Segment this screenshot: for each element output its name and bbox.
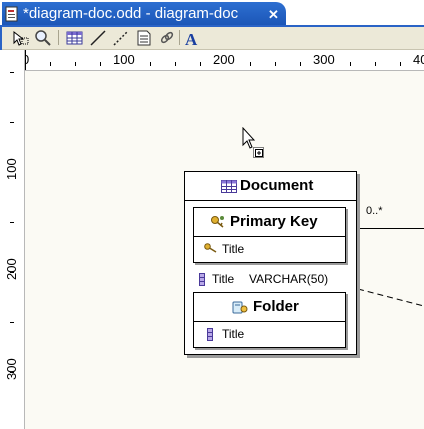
folder-column: Title — [222, 327, 245, 341]
tab-title: *diagram-doc.odd - diagram-doc — [23, 5, 239, 22]
folder-box[interactable]: Folder Title — [193, 292, 346, 348]
editor-tab[interactable]: *diagram-doc.odd - diagram-doc ✕ — [2, 2, 286, 26]
note-icon[interactable] — [135, 29, 153, 47]
ruler-label: 300 — [313, 52, 335, 67]
dashed-line-icon[interactable] — [112, 29, 130, 47]
folder-icon — [232, 301, 248, 314]
column-icon — [199, 273, 205, 286]
toolbar-separator — [179, 30, 180, 45]
document-icon — [5, 6, 18, 22]
vertical-ruler: 100 200 300 — [0, 50, 25, 429]
ruler-label: 200 — [213, 52, 235, 67]
connection-lines[interactable] — [355, 210, 424, 320]
select-tool-icon[interactable] — [12, 29, 30, 47]
ruler-label: 200 — [4, 258, 19, 280]
editor-tab-bar: *diagram-doc.odd - diagram-doc ✕ — [0, 0, 424, 27]
folder-title: Folder — [253, 298, 299, 315]
column-name: Title — [212, 272, 235, 286]
ruler-label: 100 — [4, 158, 19, 180]
column-type: VARCHAR(50) — [249, 272, 329, 286]
ruler-label: 400 — [413, 52, 424, 67]
close-icon[interactable]: ✕ — [268, 7, 279, 23]
svg-text:A: A — [185, 30, 198, 47]
line-icon[interactable] — [89, 29, 107, 47]
primary-key-title: Primary Key — [230, 213, 318, 230]
multiplicity-label: 0..* — [366, 205, 383, 217]
table-icon — [221, 180, 237, 193]
link-icon[interactable] — [158, 29, 176, 47]
ruler-label: 300 — [4, 358, 19, 380]
key-icon — [204, 243, 217, 253]
document-table[interactable]: Document Primary Key Title Title VARCHAR… — [184, 171, 357, 355]
ruler-label: 0 — [25, 52, 29, 67]
editor-window: *diagram-doc.odd - diagram-doc ✕ A 100 2… — [0, 0, 424, 429]
zoom-icon[interactable] — [34, 29, 52, 47]
table-name: Document — [240, 177, 314, 194]
ruler-label: 100 — [113, 52, 135, 67]
folder-header: Folder — [194, 293, 345, 322]
column-icon — [207, 328, 213, 341]
palette-toolbar: A — [0, 27, 424, 50]
horizontal-ruler: 0 100 200 300 400 — [25, 50, 424, 71]
table-header: Document — [185, 172, 356, 201]
cursor-icon — [242, 127, 264, 158]
table-icon[interactable] — [66, 29, 84, 47]
primary-key-header: Primary Key — [194, 208, 345, 237]
primary-key-column: Title — [222, 242, 245, 256]
toolbar-separator — [58, 30, 59, 45]
text-tool-icon[interactable]: A — [183, 29, 201, 47]
primary-key-box[interactable]: Primary Key Title — [193, 207, 346, 263]
primary-key-icon — [211, 216, 224, 228]
